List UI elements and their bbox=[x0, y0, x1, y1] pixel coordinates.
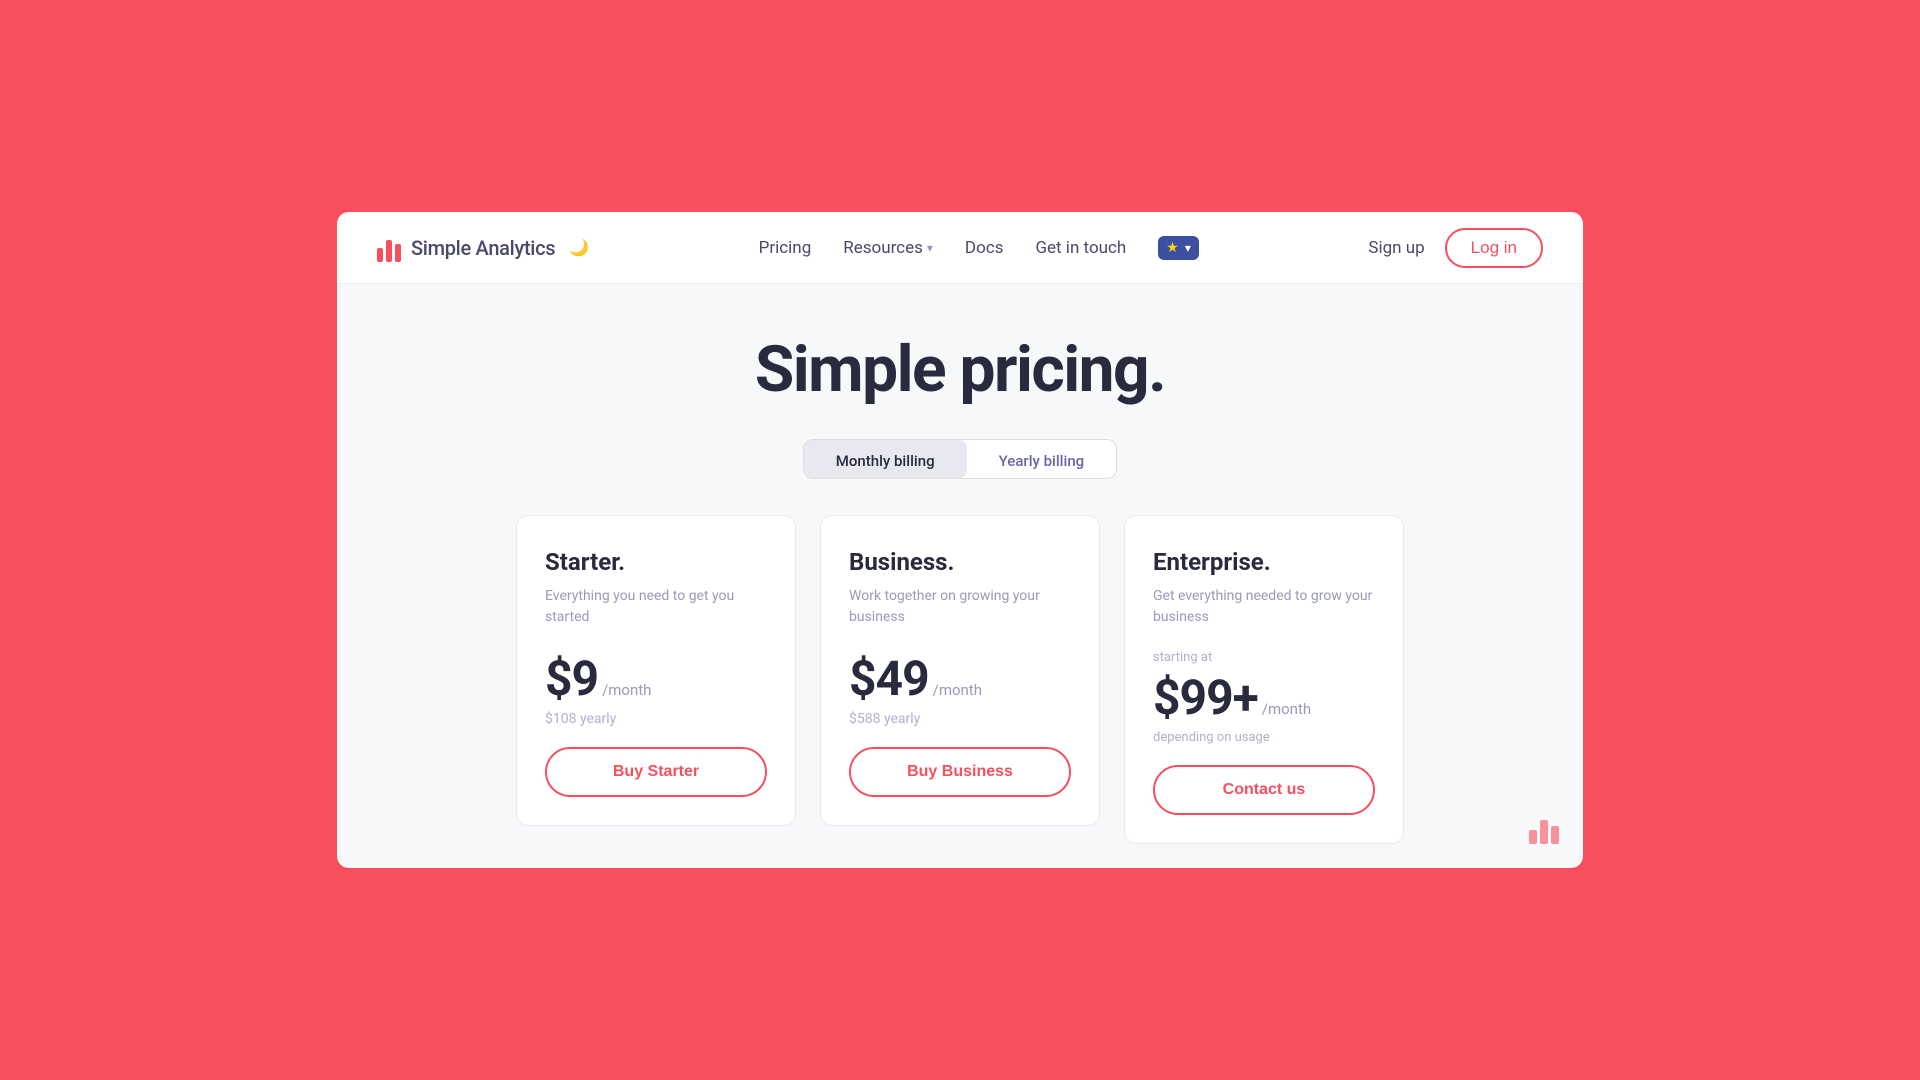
starter-period: /month bbox=[602, 681, 651, 699]
business-yearly: $588 yearly bbox=[849, 711, 1071, 727]
page-wrapper: Simple Analytics 🌙 Pricing Resources ▾ D… bbox=[0, 0, 1920, 1080]
enterprise-plan-name: Enterprise. bbox=[1153, 548, 1375, 576]
nav-get-in-touch[interactable]: Get in touch bbox=[1035, 238, 1126, 258]
business-description: Work together on growing your business bbox=[849, 586, 1071, 628]
enterprise-price-row: $99+ /month bbox=[1153, 669, 1375, 726]
nav-docs[interactable]: Docs bbox=[965, 238, 1004, 258]
buy-business-button[interactable]: Buy Business bbox=[849, 747, 1071, 797]
enterprise-period: /month bbox=[1262, 700, 1311, 718]
enterprise-description: Get everything needed to grow your busin… bbox=[1153, 586, 1375, 628]
logo-bar-3 bbox=[395, 244, 401, 262]
eu-stars-icon: ★ bbox=[1166, 240, 1179, 256]
business-card: Business. Work together on growing your … bbox=[820, 515, 1100, 826]
yearly-billing-option[interactable]: Yearly billing bbox=[967, 440, 1117, 478]
pricing-cards: Starter. Everything you need to get you … bbox=[516, 515, 1404, 844]
nav-pricing[interactable]: Pricing bbox=[759, 238, 812, 258]
eu-flag-button[interactable]: ★ ▾ bbox=[1158, 236, 1199, 260]
contact-us-button[interactable]: Contact us bbox=[1153, 765, 1375, 815]
page-title: Simple pricing. bbox=[755, 332, 1165, 407]
logo-bar-2 bbox=[386, 240, 392, 262]
enterprise-price: $99+ bbox=[1153, 669, 1258, 726]
bb-bar-2 bbox=[1540, 820, 1548, 844]
business-price-row: $49 /month bbox=[849, 650, 1071, 707]
business-period: /month bbox=[933, 681, 982, 699]
business-price: $49 bbox=[849, 650, 929, 707]
main-content: Simple pricing. Monthly billing Yearly b… bbox=[337, 284, 1583, 868]
eu-dropdown-arrow: ▾ bbox=[1185, 241, 1191, 255]
enterprise-starting-at: starting at bbox=[1153, 650, 1375, 665]
main-card: Simple Analytics 🌙 Pricing Resources ▾ D… bbox=[337, 212, 1583, 868]
sign-up-link[interactable]: Sign up bbox=[1368, 238, 1424, 258]
navbar-logo-area: Simple Analytics 🌙 bbox=[377, 234, 589, 262]
starter-price: $9 bbox=[545, 650, 598, 707]
brand-name: Simple Analytics bbox=[411, 236, 555, 260]
buy-starter-button[interactable]: Buy Starter bbox=[545, 747, 767, 797]
log-in-button[interactable]: Log in bbox=[1445, 228, 1543, 268]
business-plan-name: Business. bbox=[849, 548, 1071, 576]
resources-dropdown-arrow: ▾ bbox=[927, 241, 933, 255]
enterprise-depending: depending on usage bbox=[1153, 730, 1375, 745]
logo-bar-1 bbox=[377, 248, 383, 262]
starter-description: Everything you need to get you started bbox=[545, 586, 767, 628]
logo-icon bbox=[377, 234, 401, 262]
billing-toggle: Monthly billing Yearly billing bbox=[803, 439, 1117, 479]
starter-yearly: $108 yearly bbox=[545, 711, 767, 727]
enterprise-card: Enterprise. Get everything needed to gro… bbox=[1124, 515, 1404, 844]
starter-price-row: $9 /month bbox=[545, 650, 767, 707]
navbar-right: Sign up Log in bbox=[1368, 228, 1543, 268]
bb-bar-1 bbox=[1529, 830, 1537, 844]
bb-bar-3 bbox=[1551, 826, 1559, 844]
bottom-bar-icon bbox=[1529, 820, 1559, 844]
navbar-nav: Pricing Resources ▾ Docs Get in touch ★ … bbox=[759, 236, 1199, 260]
starter-plan-name: Starter. bbox=[545, 548, 767, 576]
navbar: Simple Analytics 🌙 Pricing Resources ▾ D… bbox=[337, 212, 1583, 284]
monthly-billing-option[interactable]: Monthly billing bbox=[804, 440, 967, 478]
starter-card: Starter. Everything you need to get you … bbox=[516, 515, 796, 826]
nav-resources[interactable]: Resources ▾ bbox=[843, 238, 933, 258]
dark-mode-icon: 🌙 bbox=[569, 238, 589, 257]
